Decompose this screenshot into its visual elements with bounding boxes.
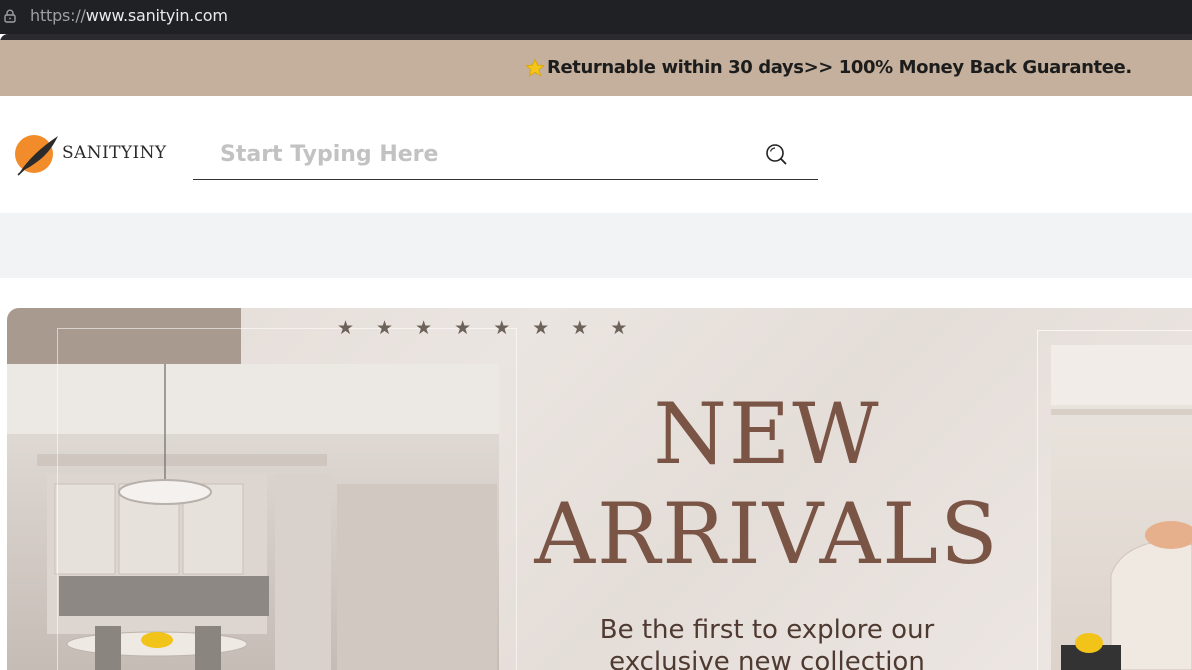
logo-text: SANITYINY (62, 143, 167, 163)
star-icon: ★ (571, 317, 589, 339)
hero-title-line1: NEW (653, 385, 881, 483)
hero-frame-left (57, 328, 517, 670)
url-text[interactable]: https://www.sanityin.com (30, 6, 228, 25)
hero-frame-right (1037, 330, 1192, 670)
site-logo[interactable]: SANITYINY (12, 130, 172, 180)
url-prefix: https:// (30, 6, 86, 25)
search-input[interactable] (193, 130, 753, 178)
announcement-bar: Returnable within 30 days>> 100% Money B… (0, 40, 1192, 96)
search-bar (193, 130, 818, 180)
feather-logo-icon (15, 135, 58, 176)
announcement-text: Returnable within 30 days>> 100% Money B… (547, 57, 1132, 78)
star-icon: ★ (454, 317, 472, 339)
star-icon: ★ (415, 317, 433, 339)
navigation-strip (0, 213, 1192, 278)
star-icon: ★ (493, 317, 511, 339)
hero-title-line2: ARRIVALS (534, 485, 1000, 583)
star-icon: ★ (532, 317, 550, 339)
star-icon (525, 58, 545, 77)
hero-subtitle-line2: exclusive new collection (609, 647, 925, 670)
star-icon: ★ (610, 317, 628, 339)
hero-banner[interactable]: ★ ★ ★ ★ ★ ★ ★ ★ NEW ARRIVALS Be the firs… (7, 308, 1192, 670)
star-icon: ★ (337, 317, 355, 339)
hero-subtitle: Be the first to explore our exclusive ne… (527, 614, 1007, 670)
rating-stars: ★ ★ ★ ★ ★ ★ ★ ★ (337, 316, 627, 340)
hero-subtitle-line1: Be the first to explore our (599, 615, 935, 645)
url-domain: www.sanityin.com (85, 6, 228, 25)
browser-url-bar[interactable]: https://www.sanityin.com (0, 0, 1192, 42)
lock-icon (4, 9, 16, 23)
search-icon[interactable] (765, 143, 787, 165)
star-icon: ★ (376, 317, 394, 339)
